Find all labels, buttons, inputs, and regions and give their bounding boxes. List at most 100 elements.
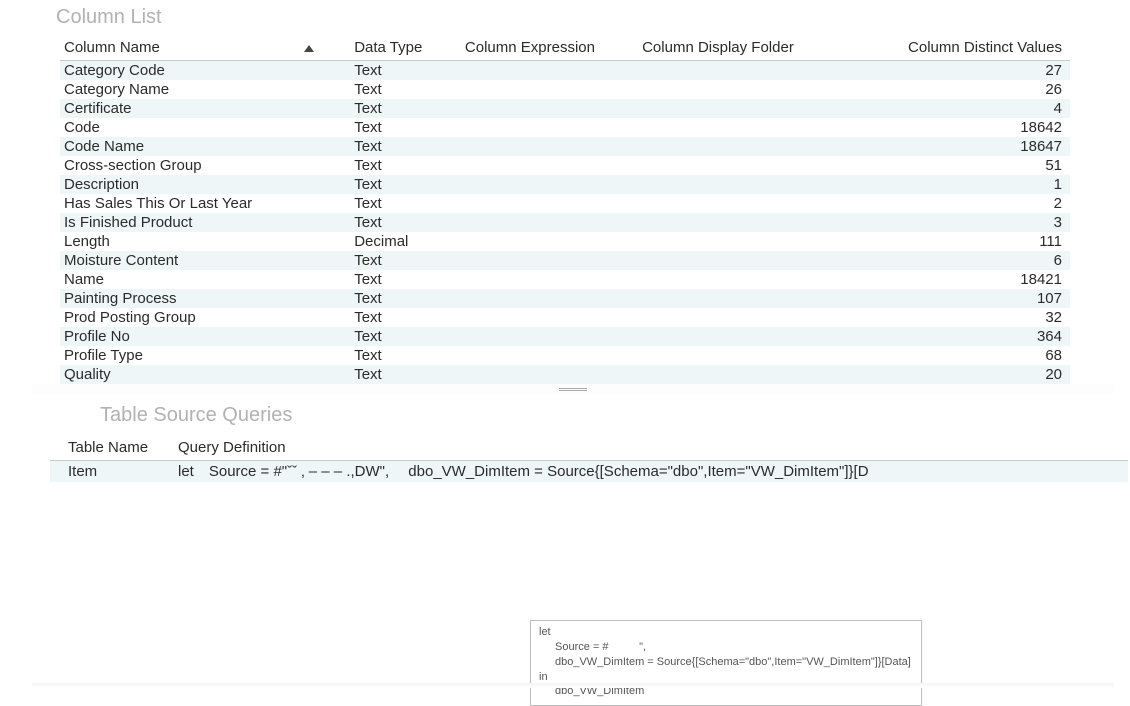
cell-folder [638, 289, 859, 308]
table-row[interactable]: Itemlet Source = #"ˇˇ ‚ ‒ ‒ ‒ .,DW", dbo… [50, 461, 1128, 483]
column-list-body: Category CodeText27Category NameText26Ce… [60, 61, 1070, 385]
cell-folder [638, 175, 859, 194]
cell-dtype: Text [350, 289, 461, 308]
cell-dtype: Text [350, 118, 461, 137]
cell-folder [638, 156, 859, 175]
column-list-table: Column Name Data Type Column Expression … [60, 35, 1070, 384]
cell-expr [461, 137, 638, 156]
cell-distinct: 6 [860, 251, 1070, 270]
pane-resize-handle[interactable] [32, 384, 1114, 394]
table-row[interactable]: Profile NoText364 [60, 327, 1070, 346]
cell-name: Category Code [60, 61, 350, 81]
cell-distinct: 18642 [860, 118, 1070, 137]
table-source-queries-table: Table Name Query Definition Itemlet Sour… [50, 435, 1128, 482]
column-list-title: Column List [0, 4, 1130, 35]
cell-distinct: 68 [860, 346, 1070, 365]
cell-expr [461, 346, 638, 365]
cell-folder [638, 327, 859, 346]
col-header-dtype[interactable]: Data Type [350, 35, 461, 61]
col-header-distinct[interactable]: Column Distinct Values [860, 35, 1070, 61]
cell-distinct: 26 [860, 80, 1070, 99]
cell-expr [461, 156, 638, 175]
table-row[interactable]: Category CodeText 27 [60, 61, 1070, 81]
cell-distinct: 27 [860, 61, 1070, 81]
col-header-name-label: Column Name [64, 39, 160, 56]
cell-expr [461, 61, 638, 81]
cell-folder [638, 80, 859, 99]
tsq-body: Itemlet Source = #"ˇˇ ‚ ‒ ‒ ‒ .,DW", dbo… [50, 461, 1128, 483]
table-row[interactable]: Has Sales This Or Last YearText2 [60, 194, 1070, 213]
panel-shadow [32, 683, 1114, 688]
cell-expr [461, 251, 638, 270]
cell-distinct: 32 [860, 308, 1070, 327]
cell-dtype: Text [350, 251, 461, 270]
cell-name: Has Sales This Or Last Year [60, 194, 350, 213]
cell-folder [638, 308, 859, 327]
table-row[interactable]: CodeText 18642 [60, 118, 1070, 137]
cell-expr [461, 327, 638, 346]
cell-dtype: Text [350, 365, 461, 384]
cell-dtype: Text [350, 156, 461, 175]
cell-folder [638, 137, 859, 156]
col-header-expr[interactable]: Column Expression [461, 35, 638, 61]
cell-dtype: Text [350, 175, 461, 194]
table-row[interactable]: Profile TypeText 68 [60, 346, 1070, 365]
cell-distinct: 4 [860, 99, 1070, 118]
table-row[interactable]: LengthDecimal111 [60, 232, 1070, 251]
cell-tablename: Item [50, 461, 160, 483]
cell-querydef: let Source = #"ˇˇ ‚ ‒ ‒ ‒ .,DW", dbo_VW_… [160, 461, 1128, 483]
table-row[interactable]: Category NameText26 [60, 80, 1070, 99]
table-row[interactable]: Painting ProcessText107 [60, 289, 1070, 308]
cell-expr [461, 194, 638, 213]
cell-folder [638, 251, 859, 270]
cell-name: Certificate [60, 99, 350, 118]
table-row[interactable]: Moisture ContentText 6 [60, 251, 1070, 270]
table-row[interactable]: Prod Posting GroupText32 [60, 308, 1070, 327]
cell-folder [638, 194, 859, 213]
table-row[interactable]: DescriptionText1 [60, 175, 1070, 194]
table-row[interactable]: Is Finished ProductText 3 [60, 213, 1070, 232]
tooltip-line: in [539, 671, 548, 683]
cell-distinct: 18647 [860, 137, 1070, 156]
table-row[interactable]: CertificateText 4 [60, 99, 1070, 118]
cell-expr [461, 289, 638, 308]
cell-expr [461, 99, 638, 118]
cell-folder [638, 365, 859, 384]
cell-name: Code [60, 118, 350, 137]
col-header-name[interactable]: Column Name [60, 35, 350, 61]
table-source-queries-title: Table Source Queries [50, 394, 1128, 435]
cell-dtype: Text [350, 80, 461, 99]
cell-name: Moisture Content [60, 251, 350, 270]
cell-dtype: Text [350, 327, 461, 346]
cell-distinct: 2 [860, 194, 1070, 213]
cell-expr [461, 365, 638, 384]
cell-dtype: Text [350, 99, 461, 118]
tsq-header-tablename[interactable]: Table Name [50, 435, 160, 461]
cell-expr [461, 308, 638, 327]
cell-dtype: Text [350, 213, 461, 232]
cell-name: Is Finished Product [60, 213, 350, 232]
tooltip-line: let [539, 626, 551, 638]
tooltip-line: Source = # ", [539, 640, 913, 655]
table-row[interactable]: QualityText 20 [60, 365, 1070, 384]
cell-dtype: Text [350, 346, 461, 365]
cell-folder [638, 232, 859, 251]
cell-name: Profile No [60, 327, 350, 346]
cell-distinct: 20 [860, 365, 1070, 384]
table-row[interactable]: Code NameText 18647 [60, 137, 1070, 156]
cell-dtype: Text [350, 270, 461, 289]
cell-dtype: Text [350, 308, 461, 327]
cell-name: Code Name [60, 137, 350, 156]
cell-name: Profile Type [60, 346, 350, 365]
table-row[interactable]: Cross-section GroupText51 [60, 156, 1070, 175]
cell-name: Quality [60, 365, 350, 384]
col-header-folder[interactable]: Column Display Folder [638, 35, 859, 61]
cell-distinct: 1 [860, 175, 1070, 194]
cell-distinct: 3 [860, 213, 1070, 232]
cell-folder [638, 213, 859, 232]
cell-dtype: Text [350, 61, 461, 81]
table-row[interactable]: NameText18421 [60, 270, 1070, 289]
tsq-header-querydef[interactable]: Query Definition [160, 435, 1128, 461]
cell-dtype: Text [350, 137, 461, 156]
cell-name: Painting Process [60, 289, 350, 308]
